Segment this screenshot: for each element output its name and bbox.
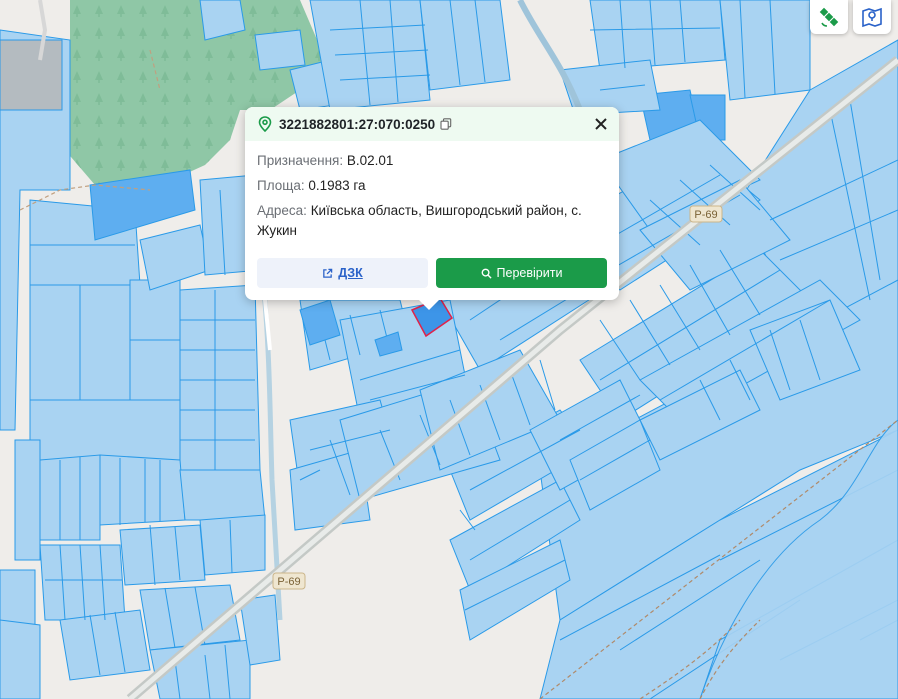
address-label: Адреса: [257,203,307,218]
satellite-icon [819,7,839,27]
copy-button[interactable] [440,118,452,130]
satellite-toggle-button[interactable] [810,0,848,34]
cadastral-map[interactable]: Р-69 Р-69 [0,0,898,699]
map-toggle-button[interactable] [853,0,891,34]
purpose-value: В.02.01 [346,153,394,168]
popup-header: 3221882801:27:070:0250 [245,107,619,141]
dzk-label: ДЗК [338,266,363,280]
svg-text:Р-69: Р-69 [694,209,717,221]
copy-icon [440,118,452,130]
cadastral-number: 3221882801:27:070:0250 [279,116,436,132]
close-icon [595,118,607,130]
popup-pointer [419,300,439,310]
external-link-icon [323,268,333,278]
purpose-label: Призначення: [257,153,344,168]
address-row: Адреса: Київська область, Вишгородський … [257,201,607,241]
area-row: Площа: 0.1983 га [257,176,607,196]
purpose-row: Призначення: В.02.01 [257,151,607,171]
road-label: Р-69 [689,205,723,223]
area-label: Площа: [257,178,305,193]
svg-text:Р-69: Р-69 [277,576,300,588]
close-button[interactable] [589,112,613,136]
search-icon [481,268,492,279]
dzk-link-button[interactable]: ДЗК [257,258,428,288]
location-pin-icon [258,116,272,132]
map-icon [862,7,882,28]
check-button[interactable]: Перевірити [436,258,607,288]
area-value: 0.1983 га [308,178,366,193]
check-label: Перевірити [496,266,563,280]
parcel-popup: 3221882801:27:070:0250 Призначення: В.02… [245,107,619,310]
road-label: Р-69 [272,572,306,590]
